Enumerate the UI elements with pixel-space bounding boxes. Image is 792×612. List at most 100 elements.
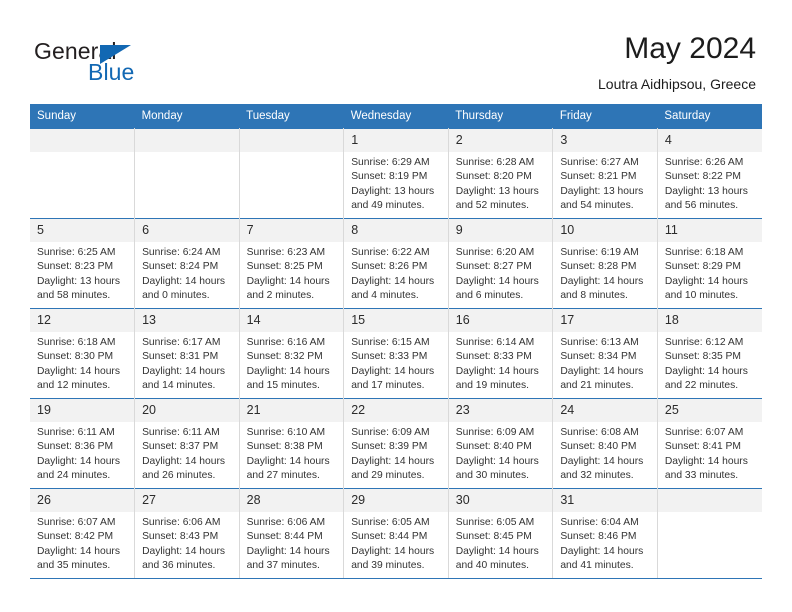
- calendar-day-cell[interactable]: 17 Sunrise: 6:13 AM Sunset: 8:34 PM Dayligh…: [552, 308, 658, 399]
- calendar-day-cell[interactable]: 29 Sunrise: 6:05 AM Sunset: 8:44 PM Dayligh…: [343, 488, 449, 579]
- daylight-duration-line2: and 24 minutes.: [37, 470, 111, 482]
- daylight-duration-line1: Daylight: 14 hours: [664, 455, 748, 467]
- day-details: Sunrise: 6:17 AM Sunset: 8:31 PM Daylight:…: [135, 332, 239, 394]
- daylight-duration-line2: and 2 minutes.: [246, 290, 315, 302]
- daylight-duration-line1: Daylight: 13 hours: [664, 185, 748, 197]
- day-details: Sunrise: 6:18 AM Sunset: 8:29 PM Daylight:…: [658, 242, 762, 304]
- calendar-day-cell[interactable]: 25 Sunrise: 6:07 AM Sunset: 8:41 PM Dayligh…: [657, 398, 762, 489]
- sunset-time: Sunset: 8:44 PM: [246, 531, 323, 543]
- calendar-day-cell[interactable]: 3 Sunrise: 6:27 AM Sunset: 8:21 PM Daylight…: [552, 128, 658, 219]
- calendar-day-cell[interactable]: 19 Sunrise: 6:11 AM Sunset: 8:36 PM Dayligh…: [30, 398, 136, 489]
- sunrise-time: Sunrise: 6:08 AM: [560, 427, 639, 438]
- day-number: [657, 489, 762, 512]
- day-number: 8: [344, 219, 448, 242]
- calendar-day-cell[interactable]: 16 Sunrise: 6:14 AM Sunset: 8:33 PM Dayligh…: [448, 308, 554, 399]
- daylight-duration-line1: Daylight: 14 hours: [455, 455, 539, 467]
- daylight-duration-line1: Daylight: 14 hours: [246, 455, 330, 467]
- day-number: 24: [553, 399, 657, 422]
- calendar-day-cell[interactable]: 9 Sunrise: 6:20 AM Sunset: 8:27 PM Daylight…: [448, 218, 554, 309]
- daylight-duration-line1: Daylight: 13 hours: [37, 275, 120, 287]
- sunrise-time: Sunrise: 6:19 AM: [560, 247, 639, 258]
- daylight-duration-line1: Daylight: 14 hours: [560, 365, 644, 377]
- daylight-duration-line2: and 49 minutes.: [351, 200, 425, 212]
- calendar-day-cell[interactable]: 11 Sunrise: 6:18 AM Sunset: 8:29 PM Dayligh…: [657, 218, 762, 309]
- calendar-day-cell[interactable]: 15 Sunrise: 6:15 AM Sunset: 8:33 PM Dayligh…: [343, 308, 449, 399]
- weekday-header-tuesday: Tuesday: [239, 104, 344, 129]
- daylight-duration-line2: and 58 minutes.: [37, 290, 111, 302]
- calendar-day-cell[interactable]: 21 Sunrise: 6:10 AM Sunset: 8:38 PM Dayligh…: [239, 398, 345, 489]
- daylight-duration-line2: and 36 minutes.: [142, 560, 216, 572]
- day-details: Sunrise: 6:06 AM Sunset: 8:43 PM Daylight:…: [135, 512, 239, 574]
- daylight-duration-line2: and 27 minutes.: [246, 470, 320, 482]
- sunset-time: Sunset: 8:45 PM: [455, 531, 532, 543]
- calendar-day-cell[interactable]: 30 Sunrise: 6:05 AM Sunset: 8:45 PM Dayligh…: [448, 488, 554, 579]
- daylight-duration-line1: Daylight: 14 hours: [246, 545, 330, 557]
- day-details: Sunrise: 6:25 AM Sunset: 8:23 PM Daylight:…: [30, 242, 134, 304]
- sunset-time: Sunset: 8:26 PM: [351, 261, 428, 273]
- sunrise-time: Sunrise: 6:20 AM: [455, 247, 535, 258]
- sunrise-time: Sunrise: 6:05 AM: [351, 517, 430, 528]
- calendar-day-cell[interactable]: 22 Sunrise: 6:09 AM Sunset: 8:39 PM Dayligh…: [343, 398, 449, 489]
- daylight-duration-line1: Daylight: 14 hours: [351, 455, 435, 467]
- day-number: 15: [344, 309, 448, 332]
- day-number: 3: [553, 129, 657, 152]
- calendar-day-cell[interactable]: 18 Sunrise: 6:12 AM Sunset: 8:35 PM Dayligh…: [657, 308, 762, 399]
- calendar-day-cell[interactable]: 7 Sunrise: 6:23 AM Sunset: 8:25 PM Daylight…: [239, 218, 345, 309]
- general-blue-logo[interactable]: General Blue: [34, 38, 204, 86]
- day-details: Sunrise: 6:04 AM Sunset: 8:46 PM Daylight:…: [553, 512, 657, 574]
- page-subtitle: Loutra Aidhipsou, Greece: [598, 76, 756, 92]
- calendar-day-cell[interactable]: 1 Sunrise: 6:29 AM Sunset: 8:19 PM Daylight…: [343, 128, 449, 219]
- sunset-time: Sunset: 8:27 PM: [455, 261, 532, 273]
- sunrise-time: Sunrise: 6:05 AM: [455, 517, 535, 528]
- sunset-time: Sunset: 8:25 PM: [246, 261, 323, 273]
- daylight-duration-line2: and 12 minutes.: [37, 380, 111, 392]
- day-number: 13: [135, 309, 239, 332]
- calendar-day-cell[interactable]: 10 Sunrise: 6:19 AM Sunset: 8:28 PM Dayligh…: [552, 218, 658, 309]
- daylight-duration-line2: and 52 minutes.: [455, 200, 530, 212]
- daylight-duration-line2: and 40 minutes.: [455, 560, 530, 572]
- day-number: 22: [344, 399, 448, 422]
- weekday-header-sunday: Sunday: [30, 104, 135, 129]
- daylight-duration-line1: Daylight: 14 hours: [455, 275, 539, 287]
- day-number: 12: [30, 309, 135, 332]
- daylight-duration-line1: Daylight: 14 hours: [142, 365, 226, 377]
- day-number: [135, 129, 239, 152]
- day-details: Sunrise: 6:27 AM Sunset: 8:21 PM Daylight:…: [553, 152, 657, 214]
- daylight-duration-line2: and 26 minutes.: [142, 470, 216, 482]
- calendar-day-cell[interactable]: 8 Sunrise: 6:22 AM Sunset: 8:26 PM Daylight…: [343, 218, 449, 309]
- daylight-duration-line2: and 17 minutes.: [351, 380, 425, 392]
- sunset-time: Sunset: 8:30 PM: [37, 351, 114, 363]
- sunset-time: Sunset: 8:40 PM: [560, 441, 637, 453]
- sunset-time: Sunset: 8:22 PM: [664, 171, 742, 183]
- calendar-day-cell[interactable]: 24 Sunrise: 6:08 AM Sunset: 8:40 PM Dayligh…: [552, 398, 658, 489]
- sunset-time: Sunset: 8:21 PM: [560, 171, 637, 183]
- day-details: Sunrise: 6:07 AM Sunset: 8:41 PM Daylight:…: [658, 422, 762, 484]
- calendar-day-cell[interactable]: 26 Sunrise: 6:07 AM Sunset: 8:42 PM Dayligh…: [30, 488, 136, 579]
- calendar-day-cell[interactable]: 4 Sunrise: 6:26 AM Sunset: 8:22 PM Daylight…: [657, 128, 762, 219]
- calendar-day-cell[interactable]: 5 Sunrise: 6:25 AM Sunset: 8:23 PM Daylight…: [30, 218, 136, 309]
- logo-text-blue: Blue: [88, 59, 135, 85]
- calendar-day-cell[interactable]: 23 Sunrise: 6:09 AM Sunset: 8:40 PM Dayligh…: [448, 398, 554, 489]
- daylight-duration-line2: and 39 minutes.: [351, 560, 425, 572]
- sunrise-time: Sunrise: 6:24 AM: [142, 247, 221, 258]
- calendar-day-cell[interactable]: 2 Sunrise: 6:28 AM Sunset: 8:20 PM Daylight…: [448, 128, 554, 219]
- sunset-time: Sunset: 8:39 PM: [351, 441, 428, 453]
- calendar-day-cell[interactable]: 31 Sunrise: 6:04 AM Sunset: 8:46 PM Dayligh…: [552, 488, 658, 579]
- sunset-time: Sunset: 8:33 PM: [351, 351, 428, 363]
- calendar-day-cell[interactable]: 27 Sunrise: 6:06 AM Sunset: 8:43 PM Dayligh…: [134, 488, 240, 579]
- sunrise-time: Sunrise: 6:11 AM: [142, 427, 220, 438]
- sunrise-time: Sunrise: 6:12 AM: [664, 337, 744, 348]
- calendar-day-cell[interactable]: 14 Sunrise: 6:16 AM Sunset: 8:32 PM Dayligh…: [239, 308, 345, 399]
- calendar-day-cell[interactable]: 6 Sunrise: 6:24 AM Sunset: 8:24 PM Daylight…: [134, 218, 240, 309]
- calendar-day-cell[interactable]: 13 Sunrise: 6:17 AM Sunset: 8:31 PM Dayligh…: [134, 308, 240, 399]
- calendar-day-cell[interactable]: 12 Sunrise: 6:18 AM Sunset: 8:30 PM Dayligh…: [30, 308, 136, 399]
- calendar-day-cell[interactable]: 28 Sunrise: 6:06 AM Sunset: 8:44 PM Dayligh…: [239, 488, 345, 579]
- daylight-duration-line1: Daylight: 13 hours: [560, 185, 644, 197]
- day-details: Sunrise: 6:12 AM Sunset: 8:35 PM Daylight:…: [658, 332, 762, 394]
- sunrise-time: Sunrise: 6:22 AM: [351, 247, 430, 258]
- calendar-week-row: 12 Sunrise: 6:18 AM Sunset: 8:30 PM Dayligh…: [30, 308, 762, 399]
- daylight-duration-line1: Daylight: 14 hours: [455, 365, 539, 377]
- daylight-duration-line2: and 4 minutes.: [351, 290, 419, 302]
- sunrise-time: Sunrise: 6:29 AM: [351, 157, 430, 168]
- calendar-day-cell[interactable]: 20 Sunrise: 6:11 AM Sunset: 8:37 PM Dayligh…: [134, 398, 240, 489]
